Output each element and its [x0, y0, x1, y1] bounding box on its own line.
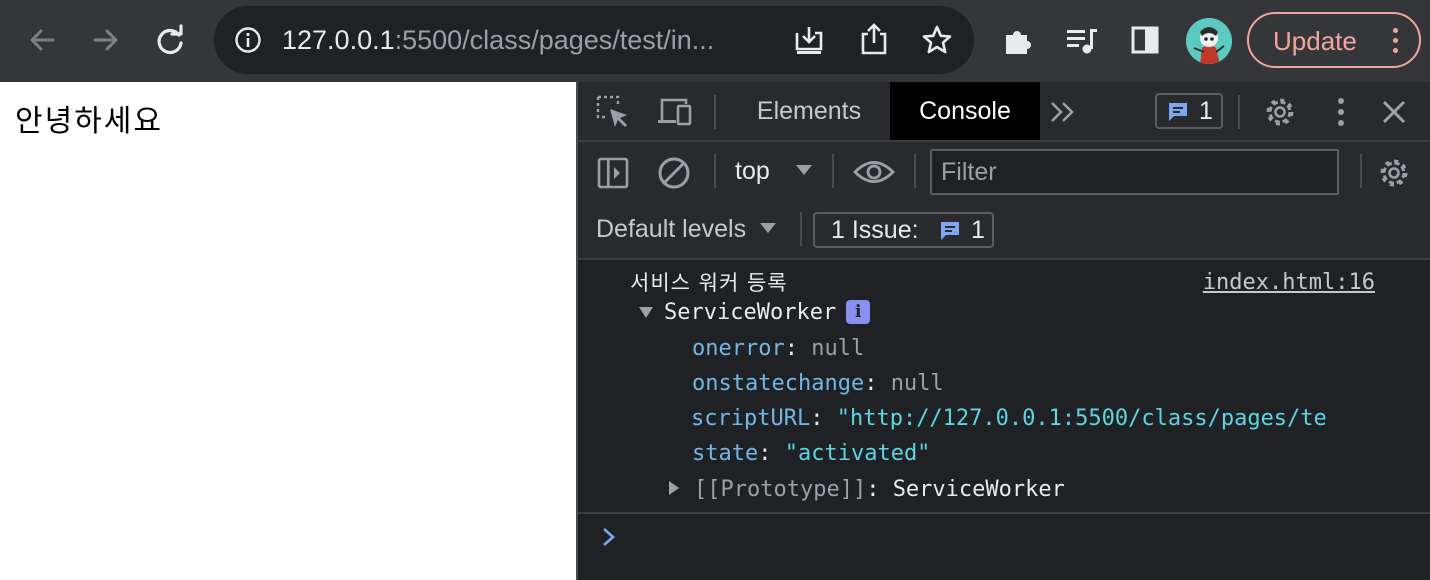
inspect-element-icon[interactable] — [596, 95, 630, 129]
object-name: ServiceWorker — [664, 300, 837, 325]
eye-icon[interactable] — [852, 158, 896, 186]
property-key: onerror — [692, 336, 785, 361]
toolbar-separator — [914, 154, 916, 188]
prompt-chevron-icon — [603, 528, 615, 546]
page-greeting: 안녕하세요 — [15, 104, 163, 139]
prototype-row[interactable]: [[Prototype]]: ServiceWorker — [668, 477, 1065, 502]
sidebar-toggle-icon[interactable] — [596, 156, 630, 190]
console-settings-gear-icon[interactable] — [1376, 155, 1412, 191]
toolbar-separator — [832, 154, 834, 188]
issues-count: 1 — [1199, 97, 1213, 125]
tab-separator — [1238, 95, 1240, 129]
forward-arrow-icon — [93, 29, 118, 51]
close-icon[interactable] — [1380, 98, 1408, 126]
extensions-icon[interactable] — [1000, 22, 1036, 58]
settings-gear-icon[interactable] — [1262, 94, 1298, 130]
more-vertical-icon[interactable] — [1334, 96, 1348, 128]
info-icon[interactable]: i — [846, 300, 871, 324]
browser-toolbar: 127.0.0.1:5500/class/pages/test/in... Up… — [0, 0, 1430, 82]
log-source-link[interactable]: index.html:16 — [1203, 270, 1375, 295]
toolbar-separator — [800, 212, 802, 246]
property-key: state — [692, 441, 759, 466]
update-label: Update — [1273, 26, 1357, 56]
collapsed-triangle-icon — [669, 481, 679, 495]
avatar[interactable] — [1186, 18, 1232, 64]
console-levels-bar: Default levels 1 Issue: 1 — [578, 200, 1430, 260]
issue-count: 1 — [971, 216, 985, 244]
address-bar[interactable]: 127.0.0.1:5500/class/pages/test/in... — [214, 6, 974, 74]
back-arrow-icon — [30, 29, 55, 51]
log-levels-label: Default levels — [596, 215, 747, 243]
forward-button[interactable] — [86, 20, 126, 60]
share-icon[interactable] — [858, 22, 890, 56]
prototype-value: ServiceWorker — [892, 477, 1065, 502]
object-property: onstatechange: null — [692, 371, 944, 396]
media-queue-icon[interactable] — [1064, 24, 1100, 58]
property-separator: : — [784, 336, 798, 361]
property-key: onstatechange — [692, 371, 865, 396]
object-property: scriptURL: "http://127.0.0.1:5500/class/… — [691, 406, 1327, 431]
context-selector[interactable]: top — [735, 142, 813, 200]
property-value: null — [890, 371, 944, 396]
url-host: 127.0.0.1 — [282, 25, 395, 55]
property-key: scriptURL — [691, 406, 811, 431]
object-property: onerror: null — [692, 336, 864, 361]
issue-label: 1 Issue: — [831, 216, 919, 244]
dropdown-arrow-icon — [795, 165, 812, 175]
reload-icon — [157, 24, 183, 55]
url-text[interactable]: 127.0.0.1:5500/class/pages/test/in... — [282, 6, 714, 74]
side-panel-icon[interactable] — [1128, 23, 1162, 57]
devtools-tab-bar: Elements Console 1 — [578, 82, 1430, 142]
reload-button[interactable] — [150, 20, 190, 60]
expanded-triangle-icon — [639, 307, 653, 318]
object-header[interactable]: ServiceWorker i — [638, 300, 871, 325]
issue-button[interactable]: 1 Issue: 1 — [813, 212, 994, 248]
url-path: :5500/class/pages/test/in... — [394, 25, 715, 55]
property-separator: : — [864, 371, 878, 396]
console-toolbar: top — [578, 142, 1430, 200]
filter-input[interactable] — [930, 149, 1339, 195]
property-value: null — [811, 336, 865, 361]
site-info-icon[interactable] — [234, 26, 262, 54]
tab-console[interactable]: Console — [890, 82, 1040, 140]
console-prompt-divider — [578, 512, 1430, 514]
back-button[interactable] — [22, 20, 62, 60]
dropdown-arrow-icon — [760, 223, 777, 233]
context-value: top — [735, 157, 770, 185]
toolbar-separator — [1360, 154, 1362, 188]
log-message: 서비스 워커 등록 — [630, 271, 788, 295]
install-icon[interactable] — [792, 24, 826, 56]
device-toolbar-icon[interactable] — [656, 95, 694, 129]
bookmark-star-icon[interactable] — [920, 23, 954, 57]
property-separator: : — [810, 406, 824, 431]
devtools-panel: Elements Console 1 top Filter Default le… — [578, 82, 1430, 580]
more-tabs-icon[interactable] — [1048, 98, 1078, 126]
issues-counter-button[interactable]: 1 — [1155, 93, 1223, 129]
log-levels-dropdown[interactable]: Default levels — [596, 200, 777, 258]
page-viewport: 안녕하세요 — [0, 82, 576, 580]
prototype-separator: : — [866, 477, 880, 502]
kebab-menu-icon[interactable] — [1393, 28, 1399, 54]
toolbar-separator — [714, 154, 716, 188]
message-icon — [939, 220, 961, 242]
property-separator: : — [758, 441, 772, 466]
console-output: 서비스 워커 등록 index.html:16 ServiceWorker i o… — [578, 262, 1430, 580]
property-value: "activated" — [784, 441, 931, 466]
prototype-key: [[Prototype]] — [694, 477, 867, 502]
property-value[interactable]: "http://127.0.0.1:5500/class/pages/te — [837, 406, 1327, 431]
tab-separator — [714, 95, 716, 129]
object-property: state: "activated" — [692, 441, 930, 466]
clear-console-icon[interactable] — [656, 155, 692, 191]
message-icon — [1167, 101, 1189, 123]
update-button[interactable]: Update — [1247, 12, 1421, 68]
console-prompt-input[interactable] — [602, 524, 616, 554]
tab-elements[interactable]: Elements — [738, 82, 880, 140]
